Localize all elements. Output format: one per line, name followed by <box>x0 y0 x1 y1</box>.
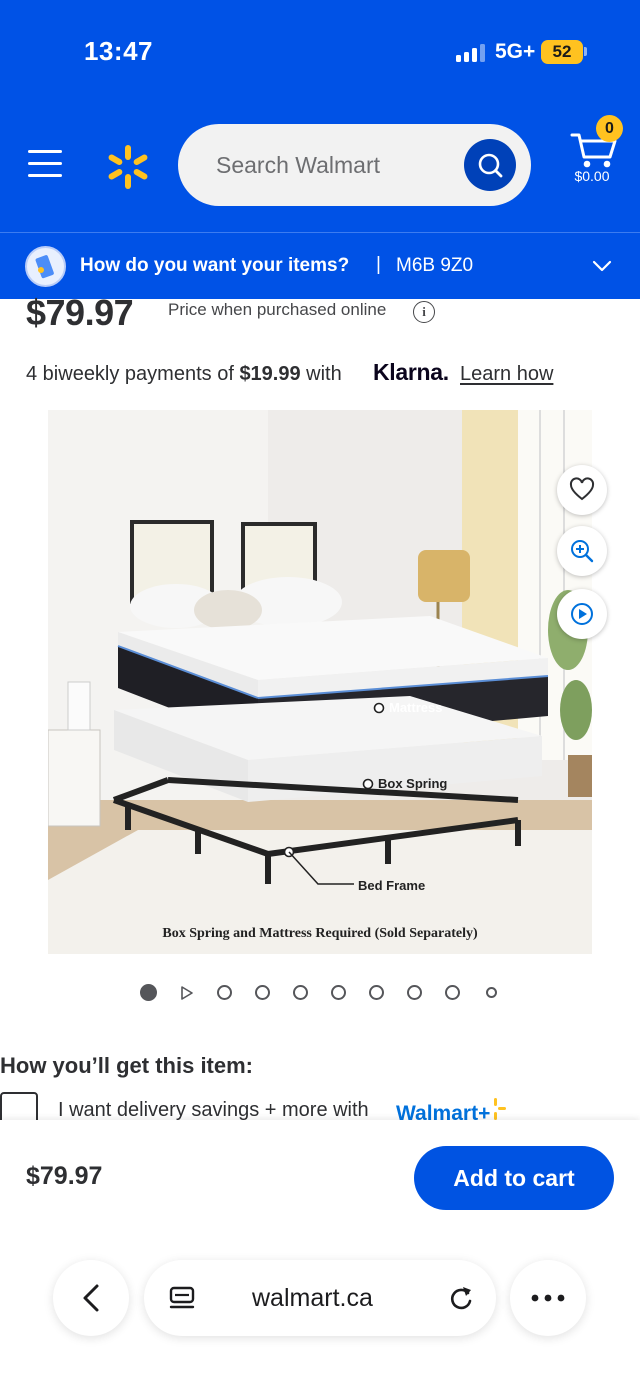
search-icon <box>478 153 503 178</box>
carousel-dot[interactable] <box>255 985 270 1000</box>
carousel-video-icon[interactable] <box>180 986 194 1000</box>
video-button[interactable] <box>557 589 607 639</box>
carousel-dot[interactable] <box>217 985 232 1000</box>
header: 13:47 5G+ 52 Search Walmart 0 $0.00 <box>0 0 640 232</box>
klarna-logo: Klarna. <box>373 359 449 385</box>
carousel-dot[interactable] <box>369 985 384 1000</box>
reload-icon[interactable] <box>446 1284 476 1314</box>
more-button[interactable] <box>510 1260 586 1336</box>
product-image[interactable]: Mattress Box Spring Bed Frame Box Spring… <box>48 410 592 954</box>
carousel-indicators[interactable] <box>140 984 500 1002</box>
heart-icon <box>569 477 595 501</box>
cart-total: $0.00 <box>574 168 610 184</box>
delivery-prompt: How do you want your items? <box>80 255 350 276</box>
carousel-dot[interactable] <box>293 985 308 1000</box>
chevron-left-icon <box>83 1284 99 1312</box>
mattress-label: Mattress <box>389 700 442 715</box>
network-type: 5G+ <box>495 40 536 63</box>
klarna-prefix: 4 biweekly payments of <box>26 363 240 385</box>
sticky-price: $79.97 <box>26 1162 103 1190</box>
cart-count-badge: 0 <box>596 115 623 142</box>
battery-icon: 52 <box>541 40 583 64</box>
carousel-dot-active[interactable] <box>140 984 157 1001</box>
search-placeholder: Search Walmart <box>216 152 381 178</box>
delivery-separator: | <box>376 254 381 275</box>
fulfillment-title: How you’ll get this item: <box>0 1053 254 1078</box>
learn-how-link[interactable]: Learn how <box>460 363 553 386</box>
product-price: $79.97 <box>26 292 134 333</box>
postal-code: M6B 9Z0 <box>396 255 474 276</box>
search-input[interactable]: Search Walmart <box>178 124 531 206</box>
walmart-spark-icon[interactable] <box>104 143 152 191</box>
carousel-dot[interactable] <box>445 985 460 1000</box>
battery-tip <box>584 47 587 56</box>
chevron-down-icon[interactable] <box>591 255 613 277</box>
bed-frame-label: Bed Frame <box>358 878 425 893</box>
carousel-dot-small[interactable] <box>486 987 497 998</box>
url-text: walmart.ca <box>252 1284 373 1312</box>
delivery-selector[interactable]: How do you want your items? | M6B 9Z0 <box>0 232 640 299</box>
reader-icon[interactable] <box>168 1285 196 1313</box>
walmart-plus-text: I want delivery savings + more with <box>58 1099 369 1121</box>
favorite-button[interactable] <box>557 465 607 515</box>
delivery-option-icon <box>25 246 66 287</box>
search-button[interactable] <box>464 139 516 191</box>
bed-illustration: Mattress Box Spring Bed Frame Box Spring… <box>48 410 592 954</box>
status-time: 13:47 <box>84 36 153 66</box>
image-caption: Box Spring and Mattress Required (Sold S… <box>162 926 478 941</box>
box-spring-label: Box Spring <box>378 776 447 791</box>
menu-icon[interactable] <box>28 150 62 178</box>
product-page: 13:47 5G+ 52 Search Walmart 0 $0.00 How … <box>0 0 640 1391</box>
browser-toolbar: walmart.ca <box>0 1240 640 1391</box>
klarna-suffix: with <box>300 363 342 385</box>
play-circle-icon <box>571 603 593 625</box>
klarna-payment-text: 4 biweekly payments of $19.99 with <box>26 363 342 386</box>
carousel-dot[interactable] <box>407 985 422 1000</box>
klarna-amount: $19.99 <box>239 363 301 385</box>
add-to-cart-button[interactable]: Add to cart <box>414 1146 614 1210</box>
price-note: Price when purchased online <box>168 300 387 319</box>
more-dots-icon <box>531 1294 565 1302</box>
zoom-button[interactable] <box>557 526 607 576</box>
address-bar[interactable]: walmart.ca <box>144 1260 496 1336</box>
signal-icon <box>456 44 485 62</box>
spark-icon <box>494 1098 507 1120</box>
zoom-in-icon <box>571 540 594 563</box>
carousel-dot[interactable] <box>331 985 346 1000</box>
back-button[interactable] <box>53 1260 129 1336</box>
info-icon[interactable]: i <box>413 301 435 323</box>
